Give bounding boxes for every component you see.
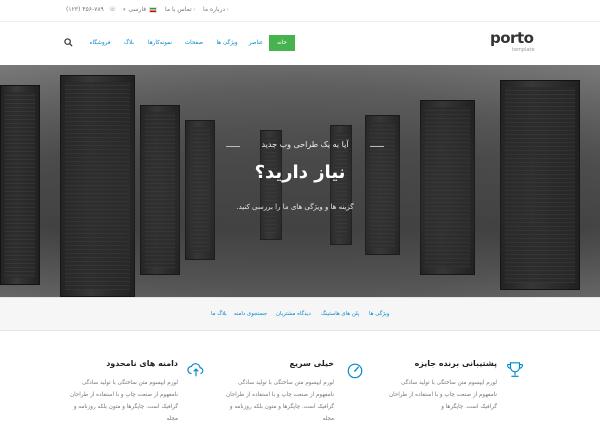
- feature-line: گرافیک است. چاپگرها و: [441, 404, 497, 410]
- feature-line: نامفهوم از صنعت چاپ و با استفاده از طراح…: [388, 392, 497, 398]
- top-bar: (۱۲۳) ۴۵۶-۷۸۹ ☏ فارسی ▾ ‹ تماس با ما ‹ د…: [0, 0, 600, 22]
- nav-blog[interactable]: بلاگ: [119, 35, 139, 51]
- feature-unlimited-domains: دامنه های نامحدود لورم ایپسوم متن ساختگی…: [0, 359, 178, 425]
- feature-line: لورم ایپسوم متن ساختگی با تولید سادگی: [400, 380, 497, 386]
- chevron-down-icon: ▾: [123, 6, 126, 13]
- divider: [370, 146, 384, 147]
- section-link-domain-search[interactable]: جستجوی دامنه: [234, 311, 267, 317]
- features-section: پشتیبانی برنده جایزه لورم ایپسوم متن ساخ…: [0, 331, 600, 434]
- contact-link[interactable]: ‹ تماس با ما: [165, 6, 195, 13]
- chevron-left-icon: ‹: [191, 7, 196, 13]
- logo-word: porto: [490, 29, 534, 47]
- phone-number: (۱۲۳) ۴۵۶-۷۸۹: [66, 6, 104, 13]
- iran-flag-icon: [149, 6, 158, 13]
- cloud-upload-icon: [187, 363, 204, 377]
- nav-features[interactable]: ویژگی ها: [212, 35, 242, 51]
- divider: [226, 146, 240, 147]
- feature-line: لورم ایپسوم متن ساختگی با تولید سادگی: [237, 380, 334, 386]
- feature-line: گرافیک است. چاپگرها و متون بلکه روزنامه …: [73, 404, 178, 410]
- feature-line: مجله: [166, 416, 178, 422]
- search-icon[interactable]: [64, 38, 73, 47]
- feature-line: لورم ایپسوم متن ساختگی با تولید سادگی: [81, 380, 178, 386]
- section-link-blog[interactable]: بلاگ ما: [211, 311, 227, 317]
- about-link[interactable]: ‹ درباره ما: [203, 6, 229, 13]
- contact-label: تماس با ما: [165, 6, 192, 13]
- feature-title: دامنه های نامحدود: [106, 359, 178, 368]
- section-link-testimonials[interactable]: دیدگاه مشتریان: [276, 311, 311, 317]
- feature-description: لورم ایپسوم متن ساختگی با تولید سادگی نا…: [317, 377, 497, 413]
- main-header: porto template خانه عناصر ویژگی ها صفحات…: [0, 22, 600, 65]
- feature-title: پشتیبانی برنده جایزه: [414, 359, 497, 368]
- feature-line: نامفهوم از صنعت چاپ و با استفاده از طراح…: [225, 392, 334, 398]
- feature-description: لورم ایپسوم متن ساختگی با تولید سادگی نا…: [154, 377, 334, 425]
- nav-portfolio[interactable]: نمونه‌کارها: [143, 35, 177, 51]
- hero-subtitle: آیا به یک طراحی وب جدید: [190, 140, 420, 149]
- logo-subtitle: template: [512, 47, 535, 53]
- trophy-icon: [507, 362, 523, 377]
- about-label: درباره ما: [203, 6, 226, 13]
- speedometer-icon: [347, 363, 363, 379]
- language-selector[interactable]: فارسی ▾: [123, 6, 158, 13]
- nav-pages[interactable]: صفحات: [181, 35, 207, 51]
- feature-award-support: پشتیبانی برنده جایزه لورم ایپسوم متن ساخ…: [317, 359, 497, 413]
- feature-line: مجله: [322, 416, 334, 422]
- feature-very-fast: خیلی سریع لورم ایپسوم متن ساختگی با تولی…: [154, 359, 334, 425]
- feature-title: خیلی سریع: [289, 359, 335, 368]
- feature-line: نامفهوم از صنعت چاپ و با استفاده از طراح…: [69, 392, 178, 398]
- phone-link[interactable]: (۱۲۳) ۴۵۶-۷۸۹ ☏: [66, 6, 116, 13]
- language-label: فارسی: [128, 6, 147, 13]
- feature-description: لورم ایپسوم متن ساختگی با تولید سادگی نا…: [0, 377, 178, 425]
- hero-slider: آیا به یک طراحی وب جدید نیاز دارید؟ گزین…: [0, 65, 600, 297]
- hero-title: نیاز دارید؟: [254, 162, 346, 183]
- hero-description: گزینه ها و ویژگی های ما را بررسی کنید.: [236, 203, 354, 211]
- section-link-features[interactable]: ویژگی ها: [369, 311, 389, 317]
- chevron-left-icon: ‹: [225, 7, 229, 13]
- nav-shop[interactable]: فروشگاه: [85, 35, 115, 51]
- feature-line: گرافیک است. چاپگرها و متون بلکه روزنامه …: [229, 404, 334, 410]
- section-nav: ویژگی ها پلن های هاستینگ دیدگاه مشتریان …: [0, 297, 600, 331]
- section-link-hosting-plans[interactable]: پلن های هاستینگ: [321, 311, 359, 317]
- nav-elements[interactable]: عناصر: [245, 35, 267, 51]
- nav-home[interactable]: خانه: [269, 35, 295, 51]
- porto-logo[interactable]: porto template: [490, 30, 540, 58]
- phone-icon: ☏: [108, 6, 117, 13]
- hero-subtitle-text: آیا به یک طراحی وب جدید: [261, 140, 349, 149]
